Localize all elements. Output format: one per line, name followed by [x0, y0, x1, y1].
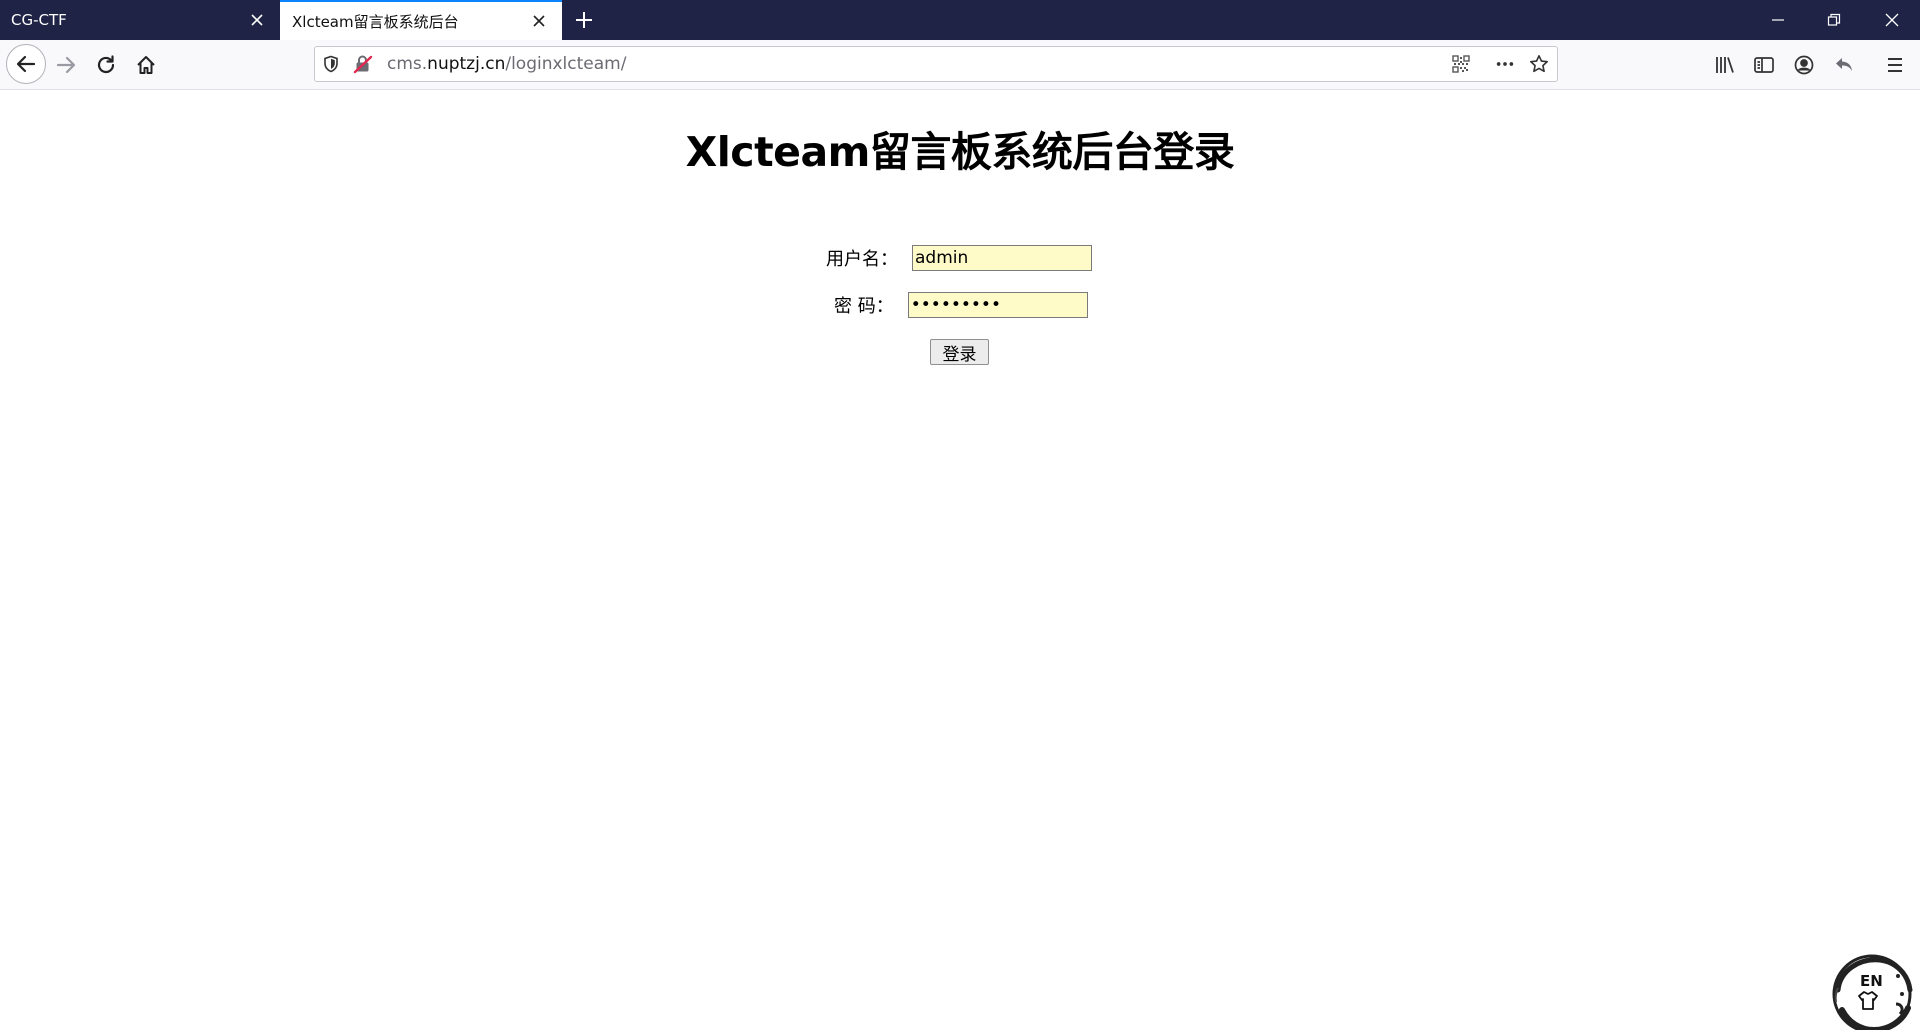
username-input[interactable]: [912, 245, 1092, 271]
shield-icon[interactable]: [321, 54, 341, 74]
password-label: 密 码：: [834, 296, 894, 317]
page-actions-menu-icon[interactable]: [1495, 54, 1515, 74]
browser-titlebar: CG-CTF Xlcteam留言板系统后台: [0, 0, 1920, 40]
forward-button[interactable]: [49, 48, 83, 82]
undo-arrow-icon[interactable]: [1827, 48, 1861, 82]
page-content: Xlcteam留言板系统后台登录 用户名： 密 码： 登录: [0, 90, 1920, 1030]
new-tab-button[interactable]: [570, 6, 598, 34]
ime-label: EN: [1860, 972, 1883, 990]
url-text[interactable]: cms.nuptzj.cn/loginxlcteam/: [387, 54, 626, 74]
ime-badge-graphic: EN: [1832, 954, 1913, 1034]
restore-button[interactable]: [1806, 0, 1862, 40]
account-icon[interactable]: [1787, 48, 1821, 82]
username-row: 用户名：: [826, 244, 1092, 272]
bookmark-star-icon[interactable]: [1529, 54, 1549, 74]
close-icon[interactable]: [246, 9, 268, 31]
qr-code-icon[interactable]: [1451, 54, 1471, 74]
login-button[interactable]: 登录: [930, 339, 989, 365]
url-prefix: cms.: [387, 54, 428, 74]
insecure-lock-icon[interactable]: [353, 54, 373, 74]
back-button[interactable]: [6, 44, 46, 84]
tab-xlcteam[interactable]: Xlcteam留言板系统后台: [280, 0, 562, 40]
password-input[interactable]: [907, 292, 1088, 318]
home-button[interactable]: [129, 48, 163, 82]
tab-label: CG-CTF: [11, 11, 67, 29]
navigation-toolbar: cms.nuptzj.cn/loginxlcteam/: [0, 40, 1920, 90]
tab-cg-ctf[interactable]: CG-CTF: [0, 0, 280, 40]
ime-language-badge[interactable]: EN: [1826, 952, 1914, 1034]
page-title: Xlcteam留言板系统后台登录: [685, 128, 1235, 176]
close-icon[interactable]: [528, 10, 550, 32]
sidebar-icon[interactable]: [1747, 48, 1781, 82]
url-path: /loginxlcteam/: [505, 54, 627, 74]
tab-label: Xlcteam留言板系统后台: [292, 12, 459, 31]
hamburger-menu-icon[interactable]: [1878, 48, 1912, 82]
library-icon[interactable]: [1708, 48, 1742, 82]
minimize-button[interactable]: [1750, 0, 1806, 40]
password-row: 密 码：: [834, 291, 1088, 319]
url-domain: nuptzj.cn: [427, 54, 506, 74]
close-window-button[interactable]: [1864, 0, 1920, 40]
username-label: 用户名：: [826, 249, 898, 270]
reload-button[interactable]: [89, 48, 123, 82]
url-bar[interactable]: cms.nuptzj.cn/loginxlcteam/: [314, 46, 1558, 82]
